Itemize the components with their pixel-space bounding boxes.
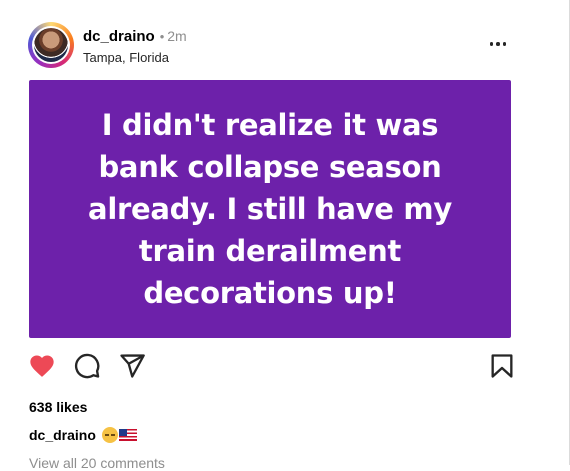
likes-count[interactable]: 638 likes (29, 399, 87, 415)
post-card: dc_draino • 2m Tampa, Florida I didn't rea… (0, 0, 570, 471)
avatar[interactable] (28, 22, 74, 68)
action-bar (28, 352, 518, 382)
view-comments-link[interactable]: View all 20 comments (29, 455, 165, 471)
more-dot (489, 42, 494, 46)
avatar-image (34, 28, 68, 62)
username-link[interactable]: dc_draino (83, 28, 155, 45)
user-line: dc_draino • 2m (83, 28, 187, 45)
us-flag-emoji (118, 429, 137, 441)
avatar-frame (32, 26, 70, 64)
more-options-icon[interactable] (486, 34, 510, 54)
post-header: dc_draino • 2m Tampa, Florida (28, 22, 518, 68)
sad-face-emoji (101, 427, 118, 443)
share-icon[interactable] (118, 352, 148, 382)
post-image[interactable]: I didn't realize it was bank collapse se… (29, 80, 511, 338)
caption-username[interactable]: dc_draino (29, 427, 96, 443)
post-image-text: I didn't realize it was bank collapse se… (88, 108, 452, 310)
more-dot (496, 42, 500, 46)
bookmark-icon[interactable] (488, 352, 518, 382)
post-time[interactable]: 2m (167, 28, 186, 44)
more-dot (502, 42, 507, 46)
caption: dc_draino (29, 427, 137, 443)
comment-icon[interactable] (73, 352, 103, 382)
heart-icon[interactable] (28, 352, 58, 382)
separator-dot: • (159, 29, 165, 44)
location-link[interactable]: Tampa, Florida (83, 50, 169, 65)
